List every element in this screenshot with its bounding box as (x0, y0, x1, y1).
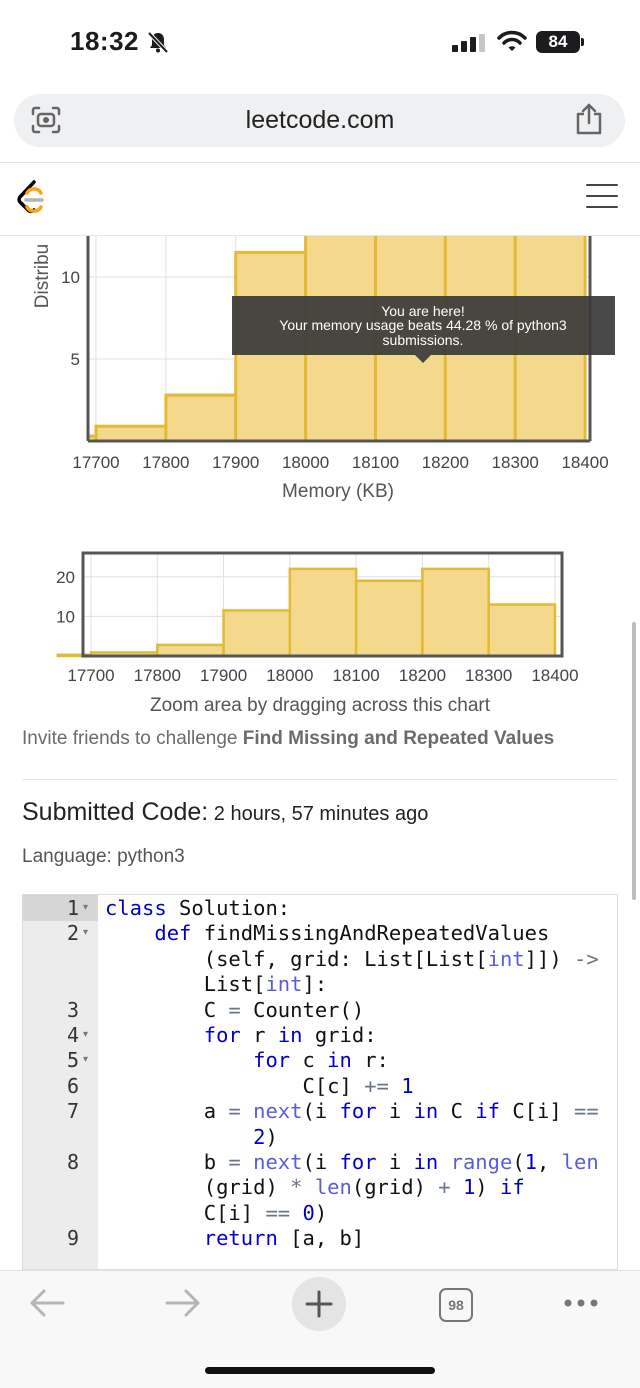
share-icon[interactable] (574, 102, 604, 136)
code-line[interactable]: def findMissingAndRepeatedValues (105, 921, 549, 945)
code-line[interactable]: a = next(i for i in C if C[i] == (105, 1099, 599, 1123)
home-indicator (205, 1367, 435, 1374)
histogram-bar[interactable] (156, 643, 225, 658)
histogram-bar[interactable] (164, 393, 238, 442)
zoom-hint: Zoom area by dragging across this chart (149, 695, 491, 716)
x-tick-label: 18200 (422, 453, 469, 472)
tooltip-line-3: submissions. (383, 332, 464, 348)
invite-problem-link[interactable]: Find Missing and Repeated Values (243, 728, 554, 749)
navigator-bars (56, 567, 557, 658)
x-tick-label: 18100 (332, 666, 379, 685)
x-tick-label: 18400 (531, 666, 578, 685)
line-number: 6 (66, 1073, 79, 1098)
code-line[interactable]: class Solution: (105, 896, 290, 920)
tooltip: You are here! Your memory usage beats 44… (232, 296, 615, 363)
histogram-bar[interactable] (288, 567, 358, 658)
line-number: 2 (66, 921, 79, 946)
code-line[interactable]: b = next(i for i in range(1, len (105, 1150, 599, 1174)
tooltip-line-2: Your memory usage beats 44.28 % of pytho… (279, 317, 567, 333)
status-time: 18:32 (70, 26, 139, 56)
x-tick-label: 17700 (72, 453, 119, 472)
histogram-bar[interactable] (222, 609, 292, 658)
x-tick-label: 18100 (352, 453, 399, 472)
forward-arrow-icon[interactable] (164, 1288, 202, 1318)
battery-icon: 84 (536, 31, 580, 53)
line-number: 8 (66, 1150, 79, 1174)
hamburger-menu-icon[interactable] (586, 184, 618, 217)
code-line[interactable]: C[i] == 0) (105, 1201, 327, 1225)
line-number: 3 (66, 997, 79, 1022)
x-tick-label: 18200 (399, 666, 446, 685)
fold-toggle-icon[interactable]: ▾ (83, 1054, 88, 1065)
url-text[interactable]: leetcode.com (0, 106, 640, 135)
x-tick-label: 18400 (561, 453, 608, 472)
code-line[interactable]: 2) (105, 1125, 278, 1149)
histogram-bar[interactable] (487, 603, 557, 658)
histogram-bar[interactable] (354, 579, 424, 658)
scrollbar[interactable] (632, 622, 636, 900)
histogram-bar[interactable] (94, 424, 168, 442)
section-divider (22, 779, 618, 780)
fold-toggle-icon[interactable]: ▾ (83, 927, 88, 938)
y-tick-label: 10 (56, 607, 75, 626)
submitted-time: 2 hours, 57 minutes ago (208, 803, 429, 825)
y-axis-label: Distribu (32, 244, 53, 308)
divider (0, 162, 640, 163)
x-axis-label: Memory (KB) (282, 481, 394, 502)
line-number: 9 (66, 1226, 79, 1251)
language-label: Language: python3 (22, 846, 185, 867)
line-number: 5 (66, 1048, 79, 1073)
code-line[interactable]: for r in grid: (105, 1023, 377, 1047)
x-tick-label: 18300 (492, 453, 539, 472)
code-line[interactable]: return [a, b] (105, 1226, 364, 1250)
memory-distribution-chart[interactable]: 510 17700 17800 17900 18000 18100 18200 18300 1… (0, 236, 640, 481)
line-number: 4 (66, 1023, 79, 1047)
leetcode-logo[interactable] (14, 178, 50, 218)
navigator-chart[interactable]: 10 20 17700 17800 17900 18000 18100 18200 18300… (0, 545, 640, 687)
more-icon[interactable] (563, 1298, 599, 1308)
invite-prefix: Invite friends to challenge (22, 728, 243, 749)
x-tick-label: 17900 (212, 453, 259, 472)
fold-toggle-icon[interactable]: ▾ (83, 1029, 88, 1040)
x-tick-label: 18000 (266, 666, 313, 685)
wifi-icon (497, 30, 527, 51)
submitted-code-heading: Submitted Code: 2 hours, 57 minutes ago (22, 798, 428, 827)
y-tick-label: 20 (56, 568, 75, 587)
x-tick-label: 17800 (134, 666, 181, 685)
submitted-label: Submitted Code: (22, 798, 209, 826)
back-arrow-icon[interactable] (28, 1288, 66, 1318)
code-editor[interactable]: 1 ▾ class Solution: 2 ▾ def findMissingAndRe… (22, 894, 618, 1270)
x-tick-label: 18300 (465, 666, 512, 685)
y-tick-labels: 5 10 (61, 268, 80, 369)
line-number: 1 (66, 896, 79, 920)
code-line[interactable]: (self, grid: List[List[int]]) -> (105, 947, 599, 971)
code-line[interactable]: C[c] += 1 (105, 1074, 413, 1098)
tabs-icon[interactable]: 98 (439, 1288, 473, 1322)
code-line[interactable]: C = Counter() (105, 998, 364, 1022)
navigator-y-ticks: 10 20 (56, 568, 75, 627)
code-line[interactable]: for c in r: (105, 1048, 389, 1072)
x-tick-label: 17800 (142, 453, 189, 472)
histogram-bar[interactable] (421, 567, 490, 658)
plus-icon (305, 1290, 333, 1318)
code-line[interactable]: List[int]: (105, 972, 327, 996)
x-tick-label: 18000 (282, 453, 329, 472)
x-tick-labels: 17700 17800 17900 18000 18100 18200 18300 18400 (72, 453, 608, 472)
bell-slash-icon (147, 31, 169, 54)
code-line[interactable]: (grid) * len(grid) + 1) if (105, 1175, 525, 1199)
signal-icon (452, 34, 485, 52)
x-tick-label: 17900 (200, 666, 247, 685)
fold-toggle-icon[interactable]: ▾ (83, 902, 88, 913)
battery-tip (581, 38, 584, 46)
navigator-x-ticks: 17700 17800 17900 18000 18100 18200 18300 18400 (67, 666, 578, 685)
y-tick-label: 5 (71, 350, 80, 369)
invite-text: Invite friends to challenge Find Missing… (22, 728, 554, 750)
line-number: 7 (66, 1099, 79, 1124)
y-tick-label: 10 (61, 268, 80, 287)
x-tick-label: 17700 (67, 666, 114, 685)
